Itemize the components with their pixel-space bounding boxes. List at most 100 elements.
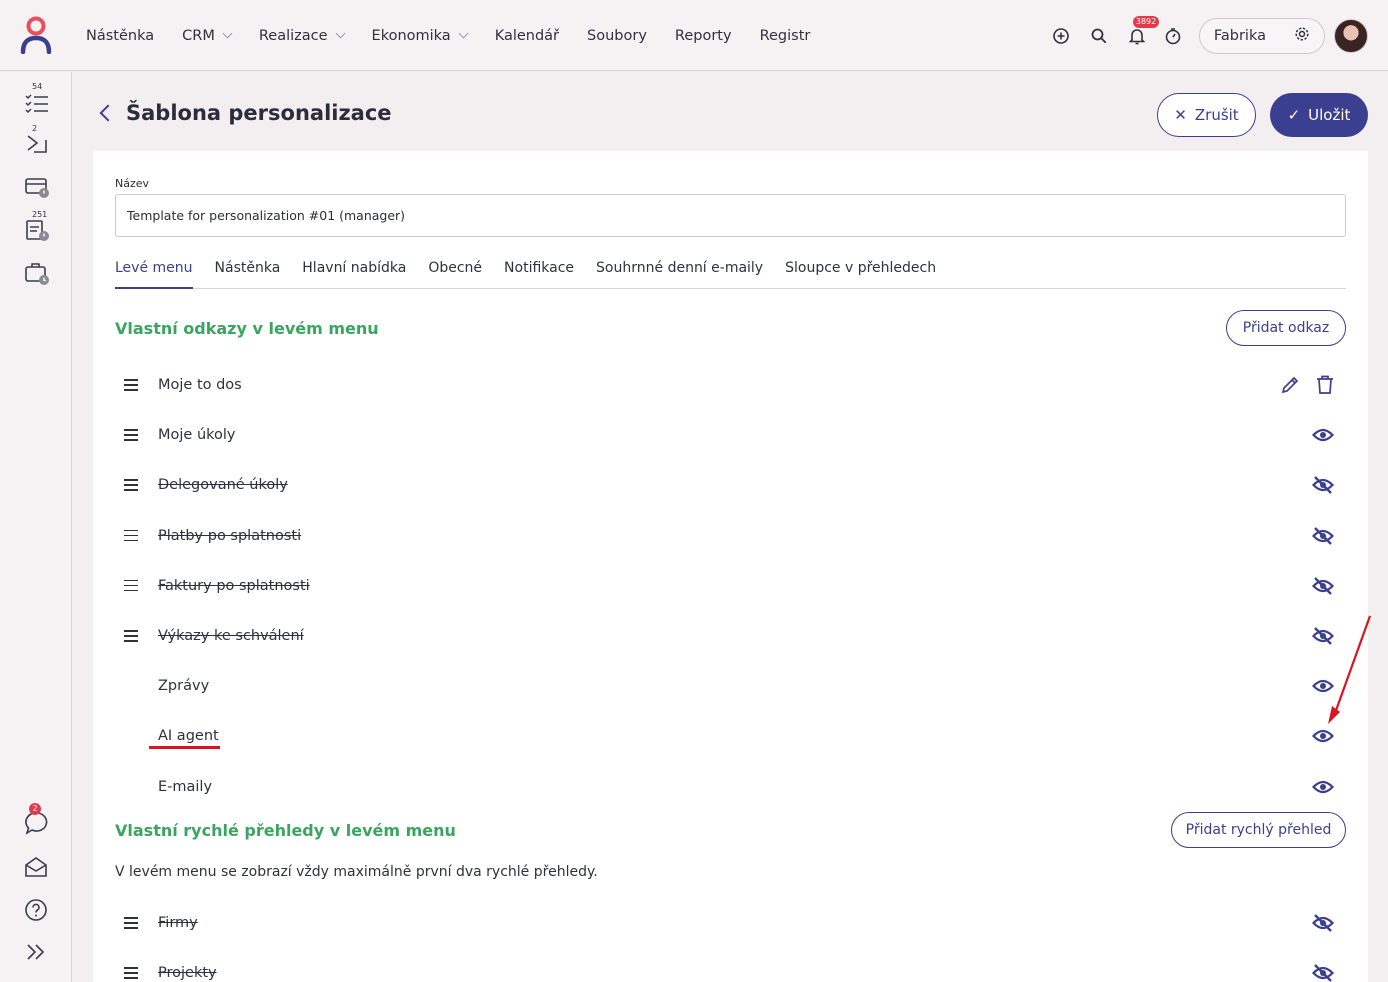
list-item-label: Faktury po splatnosti (158, 577, 310, 594)
tab-3[interactable]: Obecné (428, 260, 482, 289)
check-icon: ✓ (1287, 106, 1301, 124)
bell-icon[interactable]: 3892 (1127, 15, 1160, 46)
eye-off-icon[interactable] (1312, 964, 1334, 982)
eye-icon[interactable] (1312, 426, 1334, 444)
eye-off-icon[interactable] (1312, 526, 1334, 545)
company-name: Fabrika (1213, 27, 1266, 44)
notification-badge: 3892 (1132, 15, 1160, 28)
name-label: Název (115, 177, 150, 190)
list-item: Delegované úkoly (115, 469, 1346, 501)
add-quick-overview-button[interactable]: Přidat rychlý přehled (1171, 812, 1346, 848)
name-input[interactable] (115, 194, 1346, 237)
reports-badge: 251 (32, 210, 48, 219)
eye-off-icon[interactable] (1312, 476, 1334, 495)
row-actions (1280, 375, 1334, 395)
eye-off-icon[interactable] (1312, 576, 1334, 595)
list-item-label: Moje úkoly (158, 427, 236, 444)
chevron-down-icon (458, 28, 469, 39)
nav-item-label: Registr (759, 27, 811, 44)
nav-item-label: Nástěnka (86, 27, 155, 44)
tab-0[interactable]: Levé menu (115, 260, 193, 289)
tab-2[interactable]: Hlavní nabídka (302, 260, 406, 289)
sidebar-reports-icon[interactable]: 251 (24, 210, 50, 242)
top-icons: 3892 Fabrika (1043, 0, 1388, 71)
sidebar-payments-icon[interactable] (24, 174, 50, 200)
chat-badge: 2 (29, 803, 41, 815)
sidebar-chat-icon[interactable]: 2 (24, 803, 50, 836)
nav-item-label: CRM (182, 27, 215, 44)
tab-6[interactable]: Sloupce v přehledech (785, 260, 936, 289)
list-item: Moje to dos (115, 369, 1346, 401)
eye-off-icon[interactable] (1312, 914, 1334, 932)
annotation-arrow-icon (1328, 615, 1372, 724)
company-switcher[interactable]: Fabrika (1198, 17, 1325, 54)
nav-item-2[interactable]: Realizace (259, 28, 345, 44)
list-item: Zprávy (115, 670, 1346, 702)
tab-5[interactable]: Souhrnné denní e-maily (596, 260, 763, 289)
nav-item-5[interactable]: Soubory (587, 28, 647, 44)
drag-handle-icon[interactable] (124, 479, 138, 491)
drag-handle-icon[interactable] (124, 967, 138, 979)
drag-handle-icon[interactable] (124, 917, 138, 929)
list-item: AI agent (115, 720, 1346, 752)
list-item: Moje úkoly (115, 419, 1346, 451)
add-icon[interactable] (1051, 26, 1071, 46)
page-title: Šablona personalizace (126, 101, 392, 125)
sidebar-help-icon[interactable] (24, 898, 50, 924)
sidebar-mail-icon[interactable] (24, 854, 50, 880)
gear-icon[interactable] (1294, 26, 1310, 46)
list-item: Platby po splatnosti (115, 520, 1346, 552)
drag-handle-icon[interactable] (124, 429, 138, 441)
nav-item-3[interactable]: Ekonomika (371, 27, 469, 44)
nav-item-1[interactable]: CRM (182, 27, 233, 44)
list-item-label: Firmy (158, 915, 198, 931)
drag-handle-icon[interactable] (124, 529, 138, 542)
list-item: Výkazy ke schválení (115, 620, 1346, 652)
tab-4[interactable]: Notifikace (504, 260, 574, 289)
todos-badge: 54 (32, 82, 43, 91)
eye-icon[interactable] (1312, 778, 1334, 796)
list-item-label: Moje to dos (158, 377, 242, 393)
row-actions (1312, 778, 1334, 796)
nav-item-6[interactable]: Reporty (675, 28, 732, 44)
sidebar-briefcase-icon[interactable] (24, 260, 50, 286)
list-item-label: Zprávy (158, 678, 210, 695)
nav-item-0[interactable]: Nástěnka (86, 28, 154, 44)
top-bar: Nástěnka CRM Realizace Ekonomika Kalendář Sou… (0, 0, 1388, 71)
tasks-badge: 2 (32, 124, 38, 133)
delete-icon[interactable] (1316, 375, 1334, 395)
row-actions (1312, 426, 1334, 444)
cancel-button[interactable]: ✕ Zrušit (1157, 93, 1256, 137)
drag-handle-icon[interactable] (124, 379, 138, 391)
cancel-label: Zrušit (1194, 106, 1239, 124)
list-item: Faktury po splatnosti (115, 570, 1346, 602)
nav-item-4[interactable]: Kalendář (495, 28, 559, 44)
sidebar-tasks-icon[interactable]: 2 (24, 124, 50, 156)
page-header: Šablona personalizace (96, 101, 392, 125)
drag-handle-icon[interactable] (124, 579, 138, 592)
list-item-label: AI agent (158, 728, 219, 745)
list-item: E-maily (115, 771, 1346, 803)
row-actions (1312, 576, 1334, 595)
list-item-label: E-maily (158, 778, 213, 795)
list-item-label: Výkazy ke schválení (158, 628, 304, 644)
add-link-button[interactable]: Přidat odkaz (1226, 310, 1346, 346)
sidebar-expand-icon[interactable] (24, 940, 50, 966)
user-avatar[interactable] (1334, 18, 1368, 53)
tab-1[interactable]: Nástěnka (215, 260, 281, 289)
timer-icon[interactable] (1163, 26, 1183, 46)
row-actions (1312, 476, 1334, 495)
nav-item-label: Ekonomika (371, 27, 451, 44)
back-arrow-icon[interactable] (99, 104, 117, 122)
edit-icon[interactable] (1280, 375, 1300, 395)
nav-item-7[interactable]: Registr (760, 28, 811, 44)
quick-section-title: Vlastní rychlé přehledy v levém menu (115, 821, 456, 840)
sidebar-todos-icon[interactable]: 54 (24, 82, 50, 114)
app-logo-icon[interactable] (20, 16, 52, 54)
drag-handle-icon[interactable] (124, 630, 138, 642)
search-icon[interactable] (1089, 26, 1109, 46)
template-form-card: Název Levé menu Nástěnka Hlavní nabídka Obe… (93, 151, 1368, 982)
nav-item-label: Kalendář (494, 27, 560, 44)
nav-item-label: Reporty (674, 27, 732, 44)
save-button[interactable]: ✓ Uložit (1270, 93, 1368, 137)
